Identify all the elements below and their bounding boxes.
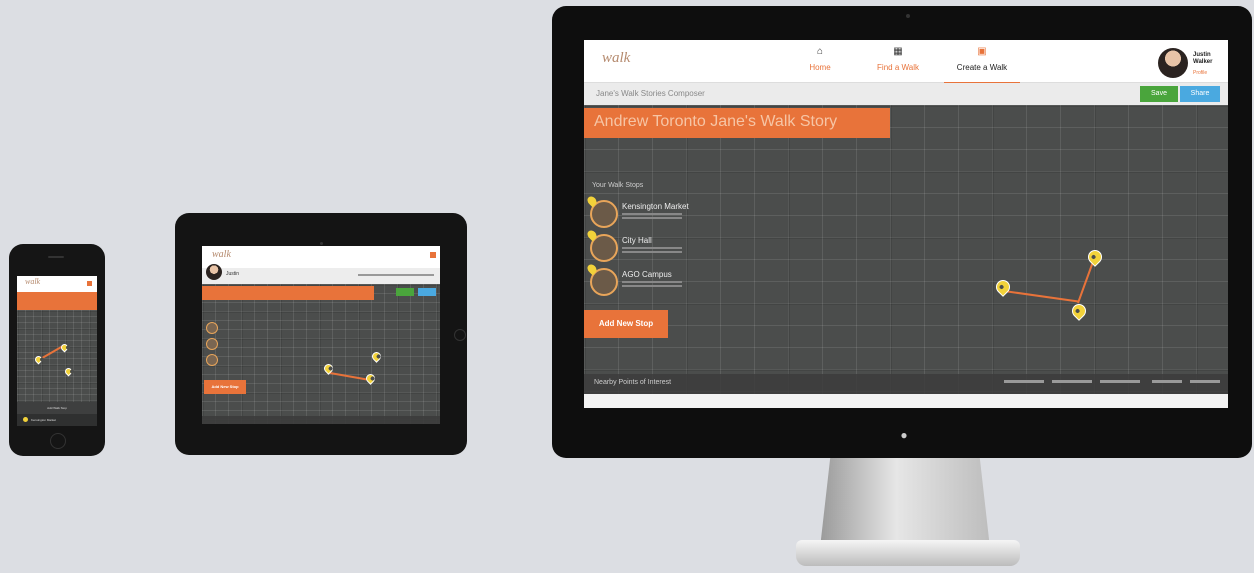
monitor-camera bbox=[906, 14, 910, 18]
top-navigation: walk ⌂ Home ▦ Find a Walk ▣ Create a Wal… bbox=[584, 40, 1228, 84]
monitor-stand bbox=[820, 458, 990, 548]
phone-title-banner[interactable] bbox=[17, 292, 97, 310]
points-of-interest-title: Nearby Points of Interest bbox=[594, 379, 672, 386]
app-logo[interactable]: walk bbox=[602, 50, 630, 67]
tablet-map[interactable] bbox=[202, 284, 440, 424]
phone-home-button[interactable] bbox=[50, 433, 66, 449]
user-name[interactable]: Justin Walker bbox=[1193, 52, 1212, 66]
phone-speaker bbox=[48, 256, 64, 258]
stop-name: Kensington Market bbox=[622, 202, 689, 211]
nav-home[interactable]: ⌂ Home bbox=[780, 46, 860, 72]
phone-map[interactable] bbox=[17, 310, 97, 402]
tablet-header: walk bbox=[202, 246, 440, 268]
composer-bar: Jane's Walk Stories Composer Save Share bbox=[584, 83, 1228, 105]
stops-heading: Your Walk Stops bbox=[592, 182, 644, 189]
user-first-name: Justin bbox=[1193, 52, 1211, 58]
stop-item[interactable]: City Hall bbox=[585, 228, 690, 266]
screen-bottom-strip bbox=[584, 394, 1228, 408]
stop-description bbox=[622, 281, 682, 283]
tablet-share-button[interactable] bbox=[418, 288, 436, 296]
map-pin-icon bbox=[23, 417, 28, 422]
stop-name: AGO Campus bbox=[622, 270, 672, 279]
phone-logo[interactable]: walk bbox=[25, 277, 40, 286]
tablet-camera bbox=[320, 242, 323, 245]
save-button[interactable]: Save bbox=[1140, 86, 1178, 102]
points-of-interest-bar: Nearby Points of Interest bbox=[584, 374, 1228, 394]
tablet-logo[interactable]: walk bbox=[212, 249, 231, 260]
monitor-stand-base bbox=[796, 540, 1020, 566]
phone-header: walk bbox=[17, 276, 97, 292]
phone-list-item[interactable]: Kensington Market bbox=[17, 414, 97, 426]
user-profile-link[interactable]: Profile bbox=[1193, 70, 1207, 76]
user-avatar[interactable] bbox=[206, 264, 222, 280]
create-icon: ▣ bbox=[977, 46, 987, 57]
poi-filter[interactable] bbox=[1052, 380, 1092, 383]
phone-screen: walk Add Walk Stop Kensington Market bbox=[17, 276, 97, 426]
calendar-icon: ▦ bbox=[893, 46, 903, 57]
tablet-user-bar: Justin bbox=[202, 264, 440, 284]
menu-icon[interactable] bbox=[430, 252, 436, 258]
poi-filter[interactable] bbox=[1152, 380, 1182, 383]
phone-list-label: Add Walk Stop bbox=[17, 402, 97, 414]
poi-filter[interactable] bbox=[1004, 380, 1044, 383]
tablet-screen: walk Justin Add New Stop bbox=[202, 246, 440, 424]
story-title: Andrew Toronto Jane's Walk Story bbox=[594, 113, 838, 130]
nav-home-label: Home bbox=[809, 63, 831, 72]
user-avatar[interactable] bbox=[1158, 48, 1188, 78]
add-new-stop-button[interactable]: Add New Stop bbox=[584, 310, 668, 338]
share-button[interactable]: Share bbox=[1180, 86, 1220, 102]
user-last-name: Walker bbox=[1193, 59, 1213, 65]
stop-item[interactable]: Kensington Market bbox=[585, 194, 690, 232]
tablet-save-button[interactable] bbox=[396, 288, 414, 296]
tablet-breadcrumb bbox=[358, 274, 434, 276]
nav-create-a-walk-label: Create a Walk bbox=[956, 63, 1008, 72]
nav-find-a-walk-label: Find a Walk bbox=[877, 63, 919, 72]
poi-filter[interactable] bbox=[1100, 380, 1140, 383]
tablet-add-stop-button[interactable]: Add New Stop bbox=[204, 380, 246, 394]
nav-create-a-walk[interactable]: ▣ Create a Walk bbox=[942, 46, 1022, 84]
tablet-home-button[interactable] bbox=[454, 329, 466, 341]
stop-description bbox=[622, 213, 682, 215]
stop-thumbnail[interactable] bbox=[206, 322, 218, 334]
stop-item[interactable]: AGO Campus bbox=[585, 262, 690, 300]
nav-find-a-walk[interactable]: ▦ Find a Walk bbox=[858, 46, 938, 72]
menu-icon[interactable] bbox=[87, 281, 92, 286]
tablet-title-banner[interactable] bbox=[202, 286, 374, 300]
tablet-poi-bar bbox=[202, 416, 440, 424]
home-icon: ⌂ bbox=[816, 46, 824, 57]
tablet-user-name: Justin bbox=[226, 271, 240, 277]
breadcrumb: Jane's Walk Stories Composer bbox=[596, 89, 705, 98]
stop-thumbnail[interactable] bbox=[206, 338, 218, 350]
stop-thumbnail[interactable] bbox=[206, 354, 218, 366]
story-title-banner[interactable]: Andrew Toronto Jane's Walk Story bbox=[584, 108, 890, 138]
poi-filter[interactable] bbox=[1190, 380, 1220, 383]
desktop-screen: walk ⌂ Home ▦ Find a Walk ▣ Create a Wal… bbox=[584, 40, 1228, 408]
apple-logo-icon: ● bbox=[900, 428, 908, 442]
stop-description bbox=[622, 247, 682, 249]
stop-name: City Hall bbox=[622, 236, 652, 245]
